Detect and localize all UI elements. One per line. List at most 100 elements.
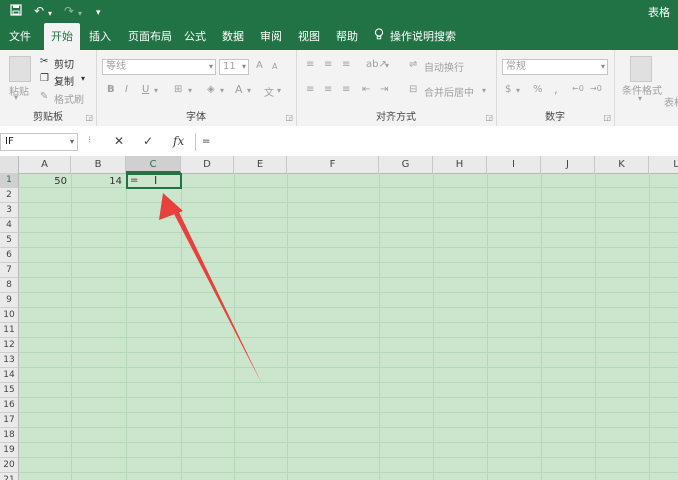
format-painter-button[interactable]: 格式刷 [54, 91, 84, 106]
tab-review[interactable]: 审阅 [256, 23, 286, 50]
chevron-down-icon: ▾ [241, 62, 246, 71]
wrap-text-icon: ⇌ [409, 59, 418, 70]
orientation-icon[interactable]: ab↗ [366, 59, 387, 70]
chevron-down-icon: ▾ [600, 62, 605, 71]
redo-dropdown-icon[interactable]: ▾ [78, 7, 82, 21]
underline-button[interactable]: U [142, 84, 149, 95]
ribbon: 粘贴 ▾ ✂ 剪切 ❐ 复制 ▾ ✎ 格式刷 剪贴板 ◲ 等线 ▾ 11 ▾ A A… [0, 50, 678, 127]
paste-dropdown-icon[interactable]: ▾ [14, 93, 18, 102]
save-icon[interactable] [10, 4, 22, 19]
number-format-select[interactable]: 常规 ▾ [502, 59, 608, 75]
border-icon[interactable]: ⊞ [174, 84, 182, 95]
formula-bar-grip[interactable]: ⁝ [88, 135, 91, 146]
clipboard-launcher-icon[interactable]: ◲ [85, 113, 93, 122]
align-bottom-icon[interactable]: ≡ [342, 59, 350, 70]
copy-button[interactable]: 复制 [54, 73, 74, 88]
title-bar: ↶ ▾ ↷ ▾ ▾ 表格 [0, 0, 678, 23]
styles-group: 条件格式 ▾ 表格 [614, 50, 678, 126]
enter-button[interactable]: ✓ [143, 134, 153, 148]
tab-page-layout[interactable]: 页面布局 [124, 23, 176, 50]
clipboard-group: 粘贴 ▾ ✂ 剪切 ❐ 复制 ▾ ✎ 格式刷 剪贴板 ◲ [0, 50, 97, 126]
number-group-label: 数字 [545, 112, 565, 123]
phonetic-dropdown-icon[interactable]: ▾ [277, 86, 281, 95]
decrease-indent-icon[interactable]: ⇤ [362, 84, 370, 95]
tab-home[interactable]: 开始 [44, 23, 80, 50]
italic-button[interactable]: I [125, 84, 128, 95]
tab-file[interactable]: 文件 [4, 23, 36, 50]
wrap-text-button[interactable]: 自动换行 [424, 59, 464, 74]
name-box[interactable]: IF ▾ [0, 133, 78, 151]
number-launcher-icon[interactable]: ◲ [603, 113, 611, 122]
arrow-shaft [172, 208, 262, 384]
tab-help[interactable]: 帮助 [332, 23, 362, 50]
cut-button[interactable]: 剪切 [54, 56, 74, 71]
accounting-format-icon[interactable]: $ [505, 84, 511, 95]
font-color-button[interactable]: A [235, 83, 243, 96]
fill-dropdown-icon[interactable]: ▾ [220, 86, 224, 95]
font-name-select[interactable]: 等线 ▾ [102, 59, 216, 75]
font-launcher-icon[interactable]: ◲ [285, 113, 293, 122]
tab-view[interactable]: 视图 [294, 23, 324, 50]
comma-button[interactable]: , [554, 82, 558, 96]
undo-dropdown-icon[interactable]: ▾ [48, 7, 52, 21]
align-right-icon[interactable]: ≡ [342, 84, 350, 95]
formula-input[interactable]: = [195, 133, 678, 151]
customize-icon[interactable]: ▾ [96, 6, 101, 20]
font-color-dropdown-icon[interactable]: ▾ [247, 86, 251, 95]
formula-bar: IF ▾ ⁝ ✕ ✓ fx = [0, 126, 678, 157]
annotation-arrow [159, 193, 262, 384]
underline-dropdown-icon[interactable]: ▾ [154, 86, 158, 95]
bold-button[interactable]: B [107, 84, 115, 95]
paste-button[interactable]: 粘贴 [9, 83, 29, 98]
number-group: 常规 ▾ $ ▾ % , ←0 →0 数字 ◲ [496, 50, 615, 126]
tab-data[interactable]: 数据 [218, 23, 248, 50]
alignment-launcher-icon[interactable]: ◲ [485, 113, 493, 122]
font-group: 等线 ▾ 11 ▾ A A B I U ▾ ⊞ ▾ ◈ ▾ A ▾ 文 ▾ 字体 ◲ [96, 50, 297, 126]
orientation-dropdown-icon[interactable]: ▾ [385, 61, 389, 70]
ribbon-tabs: 文件 开始 插入 页面布局 公式 数据 审阅 视图 帮助 操作说明搜索 [0, 23, 678, 50]
copy-dropdown-icon[interactable]: ▾ [81, 74, 85, 83]
clipboard-group-label: 剪贴板 [33, 112, 63, 123]
chevron-down-icon: ▾ [69, 137, 74, 146]
phonetic-icon[interactable]: 文 [264, 84, 274, 99]
increase-decimal-icon[interactable]: ←0 [572, 84, 584, 93]
accounting-dropdown-icon[interactable]: ▾ [516, 86, 520, 95]
conditional-format-dropdown-icon[interactable]: ▾ [638, 94, 642, 103]
font-size-select[interactable]: 11 ▾ [219, 59, 249, 75]
align-top-icon[interactable]: ≡ [306, 59, 314, 70]
alignment-group: ≡ ≡ ≡ ab↗ ▾ ⇌ 自动换行 ≡ ≡ ≡ ⇤ ⇥ ⊟ 合并后居中 ▾ 对… [296, 50, 497, 126]
align-left-icon[interactable]: ≡ [306, 84, 314, 95]
border-dropdown-icon[interactable]: ▾ [188, 86, 192, 95]
format-as-table-button[interactable]: 表格 [664, 94, 678, 109]
tell-me-label: 操作说明搜索 [390, 30, 456, 43]
cut-icon: ✂ [40, 56, 49, 67]
font-group-label: 字体 [186, 112, 206, 123]
copy-icon: ❐ [40, 73, 49, 84]
align-middle-icon[interactable]: ≡ [324, 59, 332, 70]
cancel-button[interactable]: ✕ [114, 134, 124, 148]
paste-icon[interactable] [9, 56, 31, 82]
document-title: 表格 [648, 6, 670, 19]
undo-icon[interactable]: ↶ [34, 4, 44, 18]
percent-button[interactable]: % [533, 84, 543, 95]
format-painter-icon: ✎ [40, 91, 49, 102]
insert-function-button[interactable]: fx [173, 134, 184, 148]
alignment-group-label: 对齐方式 [376, 112, 416, 123]
increase-indent-icon[interactable]: ⇥ [380, 84, 388, 95]
tab-formulas[interactable]: 公式 [180, 23, 210, 50]
conditional-format-icon[interactable] [630, 56, 652, 82]
lightbulb-icon [374, 23, 384, 50]
grow-font-button[interactable]: A [256, 60, 263, 71]
redo-icon[interactable]: ↷ [64, 4, 74, 18]
merge-center-button[interactable]: 合并后居中 [424, 84, 474, 99]
fill-color-icon[interactable]: ◈ [207, 84, 215, 95]
decrease-decimal-icon[interactable]: →0 [590, 84, 602, 93]
shrink-font-button[interactable]: A [272, 62, 277, 71]
merge-center-icon: ⊟ [409, 84, 418, 95]
worksheet-grid[interactable]: A B C D E F G H I J K L 1 2 3 4 5 6 7 8 … [0, 156, 678, 480]
tell-me-search[interactable]: 操作说明搜索 [374, 23, 464, 50]
chevron-down-icon: ▾ [208, 62, 213, 71]
tab-insert[interactable]: 插入 [84, 23, 116, 50]
merge-dropdown-icon[interactable]: ▾ [482, 86, 486, 95]
align-center-icon[interactable]: ≡ [324, 84, 332, 95]
